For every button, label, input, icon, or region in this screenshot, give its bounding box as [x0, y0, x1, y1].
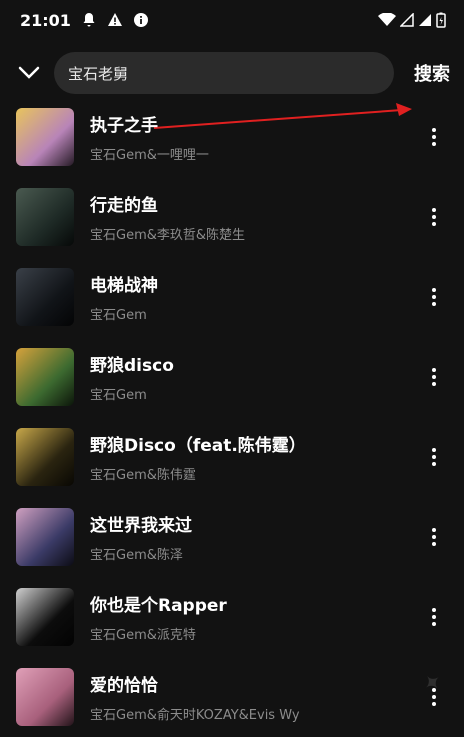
song-artist: 宝石Gem&陈泽 — [90, 548, 183, 563]
search-input[interactable]: 宝石老舅 — [54, 52, 394, 94]
signal-icon-2 — [419, 14, 431, 26]
album-cover — [16, 508, 74, 566]
song-title: 执子之手 — [90, 116, 158, 136]
song-meta: 野狼disco 宝石Gem — [90, 351, 422, 403]
status-time: 21:01 — [20, 10, 71, 30]
song-title: 野狼Disco（feat.陈伟霆） — [90, 436, 306, 456]
status-bar: 21:01 — [0, 0, 464, 40]
song-artist: 宝石Gem&派克特 — [90, 628, 196, 643]
song-artist: 宝石Gem — [90, 388, 147, 403]
song-row[interactable]: 电梯战神宝石Gem — [0, 257, 464, 337]
song-list: 执子之手 宝石Gem&一哩哩一 行走的鱼 宝石Gem&李玖哲&陈楚生 电梯战神 宝石Gem… — [0, 97, 464, 737]
song-row[interactable]: 这世界我来过宝石Gem&陈泽 — [0, 497, 464, 577]
wifi-icon — [378, 13, 396, 26]
more-options-icon[interactable] — [422, 365, 446, 389]
song-title: 这世界我来过 — [90, 516, 192, 536]
song-row[interactable]: 爱的恰恰宝石Gem&俞天时KOZAY&Evis Wy — [0, 657, 464, 737]
song-title: 行走的鱼 — [90, 196, 158, 216]
warning-icon — [107, 13, 122, 26]
song-meta: 这世界我来过宝石Gem&陈泽 — [90, 511, 422, 563]
song-meta: 执子之手宝石Gem&一哩哩一 — [90, 111, 422, 163]
more-options-icon[interactable] — [422, 205, 446, 229]
more-options-icon[interactable] — [422, 525, 446, 549]
search-button[interactable]: 搜索 — [414, 60, 452, 86]
album-cover — [16, 668, 74, 726]
song-artist: 宝石Gem&俞天时KOZAY&Evis Wy — [90, 708, 300, 723]
album-cover — [16, 108, 74, 166]
song-title: 电梯战神 — [90, 276, 158, 296]
song-meta: 你也是个Rapper 宝石Gem&派克特 — [90, 591, 422, 643]
more-options-icon[interactable] — [422, 605, 446, 629]
song-row[interactable]: 执子之手宝石Gem&一哩哩一 — [0, 97, 464, 177]
album-cover — [16, 268, 74, 326]
song-title: 野狼disco — [90, 356, 174, 376]
album-cover — [16, 588, 74, 646]
song-artist: 宝石Gem&陈伟霆 — [90, 468, 196, 483]
song-row[interactable]: 野狼Disco（feat.陈伟霆） 宝石Gem&陈伟霆 — [0, 417, 464, 497]
battery-icon — [436, 12, 446, 28]
song-meta: 爱的恰恰宝石Gem&俞天时KOZAY&Evis Wy — [90, 671, 422, 723]
search-query: 宝石老舅 — [68, 64, 129, 83]
song-artist: 宝石Gem&一哩哩一 — [90, 148, 209, 163]
song-row[interactable]: 你也是个Rapper 宝石Gem&派克特 — [0, 577, 464, 657]
more-options-icon[interactable] — [422, 125, 446, 149]
song-row[interactable]: 野狼disco 宝石Gem — [0, 337, 464, 417]
song-meta: 电梯战神宝石Gem — [90, 271, 422, 323]
song-artist: 宝石Gem — [90, 308, 147, 323]
collapse-button[interactable] — [16, 60, 42, 86]
more-options-icon[interactable] — [422, 285, 446, 309]
signal-icon — [400, 13, 414, 27]
bell-icon — [83, 13, 95, 27]
song-title: 你也是个Rapper — [90, 596, 227, 616]
song-row[interactable]: 行走的鱼宝石Gem&李玖哲&陈楚生 — [0, 177, 464, 257]
song-meta: 野狼Disco（feat.陈伟霆） 宝石Gem&陈伟霆 — [90, 431, 422, 483]
song-title: 爱的恰恰 — [90, 676, 158, 696]
more-options-icon[interactable] — [422, 445, 446, 469]
song-meta: 行走的鱼宝石Gem&李玖哲&陈楚生 — [90, 191, 422, 243]
album-cover — [16, 348, 74, 406]
album-cover — [16, 428, 74, 486]
chevron-down-icon — [18, 66, 40, 79]
song-artist: 宝石Gem&李玖哲&陈楚生 — [90, 228, 246, 243]
album-cover — [16, 188, 74, 246]
info-icon — [133, 13, 148, 27]
